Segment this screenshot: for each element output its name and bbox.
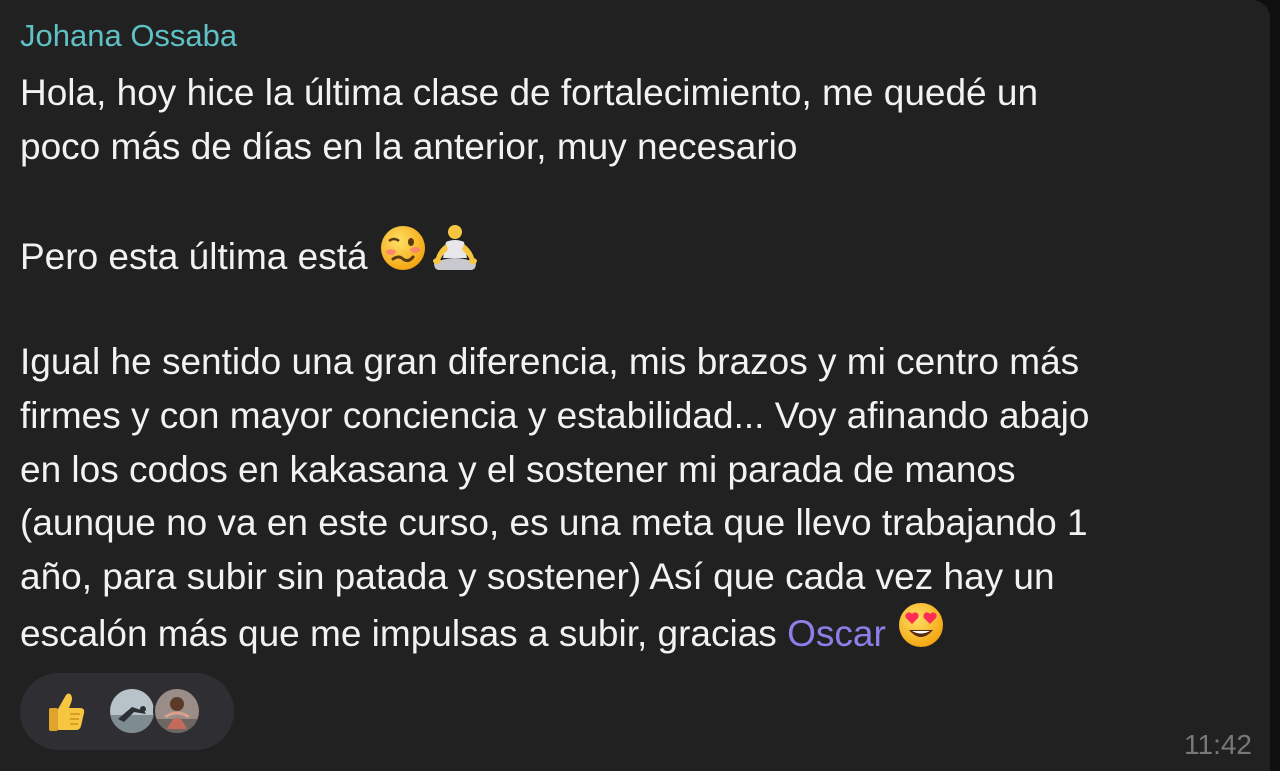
message-line: Igual he sentido una gran diferencia, mi…	[20, 340, 1080, 382]
thumbs-up-icon	[44, 687, 92, 735]
message-line: año, para subir sin patada y sostener) A…	[20, 556, 1055, 598]
reaction-pill[interactable]	[20, 673, 234, 750]
message-line-text: escalón más que me impulsas a subir, gra…	[20, 613, 788, 655]
message-line-with-emoji: Pero esta última está	[20, 225, 1260, 281]
message-timestamp: 11:42	[1184, 729, 1252, 760]
message-line: Hola, hoy hice la última clase de fortal…	[20, 72, 1039, 113]
message-bubble[interactable]: Johana Ossaba Hola, hoy hice la última c…	[0, 0, 1270, 771]
reactor-avatar-2[interactable]	[153, 687, 201, 735]
message-line-text: Pero esta última está	[20, 236, 378, 278]
message-line: en los codos en kakasana y el sostener m…	[20, 448, 1016, 490]
message-line-with-mention: escalón más que me impulsas a subir, gra…	[20, 602, 1260, 658]
sender-name[interactable]: Johana Ossaba	[20, 14, 237, 58]
person-in-lotus-position-icon	[428, 223, 482, 288]
message-line: firmes y con mayor conciencia y estabili…	[20, 394, 1090, 436]
message-text: Hola, hoy hice la última clase de fortal…	[20, 66, 1260, 658]
user-mention-link[interactable]: Oscar	[787, 613, 886, 654]
woozy-face-icon	[378, 223, 428, 288]
message-line: poco más de días en la anterior, muy nec…	[20, 125, 798, 167]
message-line: (aunque no va en este curso, es una meta…	[20, 502, 1088, 544]
heart-eyes-face-icon	[896, 600, 946, 665]
reactor-avatar-1[interactable]	[108, 687, 156, 735]
